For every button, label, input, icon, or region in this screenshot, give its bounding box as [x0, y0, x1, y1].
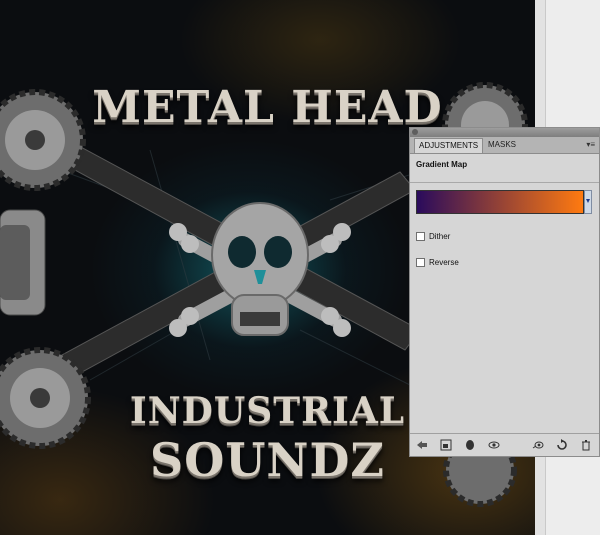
panel-titlebar[interactable]	[410, 128, 599, 137]
reset-icon[interactable]	[556, 439, 568, 451]
dither-option[interactable]: Dither	[416, 232, 450, 241]
gradient-picker-dropdown[interactable]	[584, 190, 592, 214]
dither-label: Dither	[429, 232, 451, 241]
tab-adjustments[interactable]: ADJUSTMENTS	[414, 138, 484, 153]
panel-divider	[410, 182, 599, 183]
gradient-preview[interactable]	[416, 190, 584, 214]
tab-masks[interactable]: MASKS	[484, 138, 520, 152]
reverse-option[interactable]: Reverse	[416, 258, 459, 267]
reverse-checkbox[interactable]	[416, 258, 425, 267]
chevron-down-icon	[586, 199, 590, 203]
panel-close-icon[interactable]	[412, 129, 418, 135]
clip-layer-icon[interactable]	[464, 439, 476, 451]
adjustment-heading: Gradient Map	[416, 160, 468, 169]
panel-footer-toolbar	[410, 433, 599, 456]
back-arrow-icon[interactable]	[416, 439, 428, 451]
trash-icon[interactable]	[580, 439, 592, 451]
panel-menu-icon[interactable]: ▾≡	[586, 140, 595, 149]
dither-checkbox[interactable]	[416, 232, 425, 241]
visibility-eye-icon[interactable]	[488, 439, 500, 451]
panel-tab-bar: ADJUSTMENTS MASKS ▾≡	[410, 137, 599, 154]
panel-view-icon[interactable]	[440, 439, 452, 451]
adjustments-panel: ADJUSTMENTS MASKS ▾≡ Gradient Map Dither…	[409, 127, 600, 457]
reverse-label: Reverse	[429, 258, 459, 267]
metal-bracket-inner	[0, 225, 30, 300]
artwork-title-top: METAL HEAD	[92, 82, 443, 133]
previous-state-icon[interactable]	[532, 439, 544, 451]
